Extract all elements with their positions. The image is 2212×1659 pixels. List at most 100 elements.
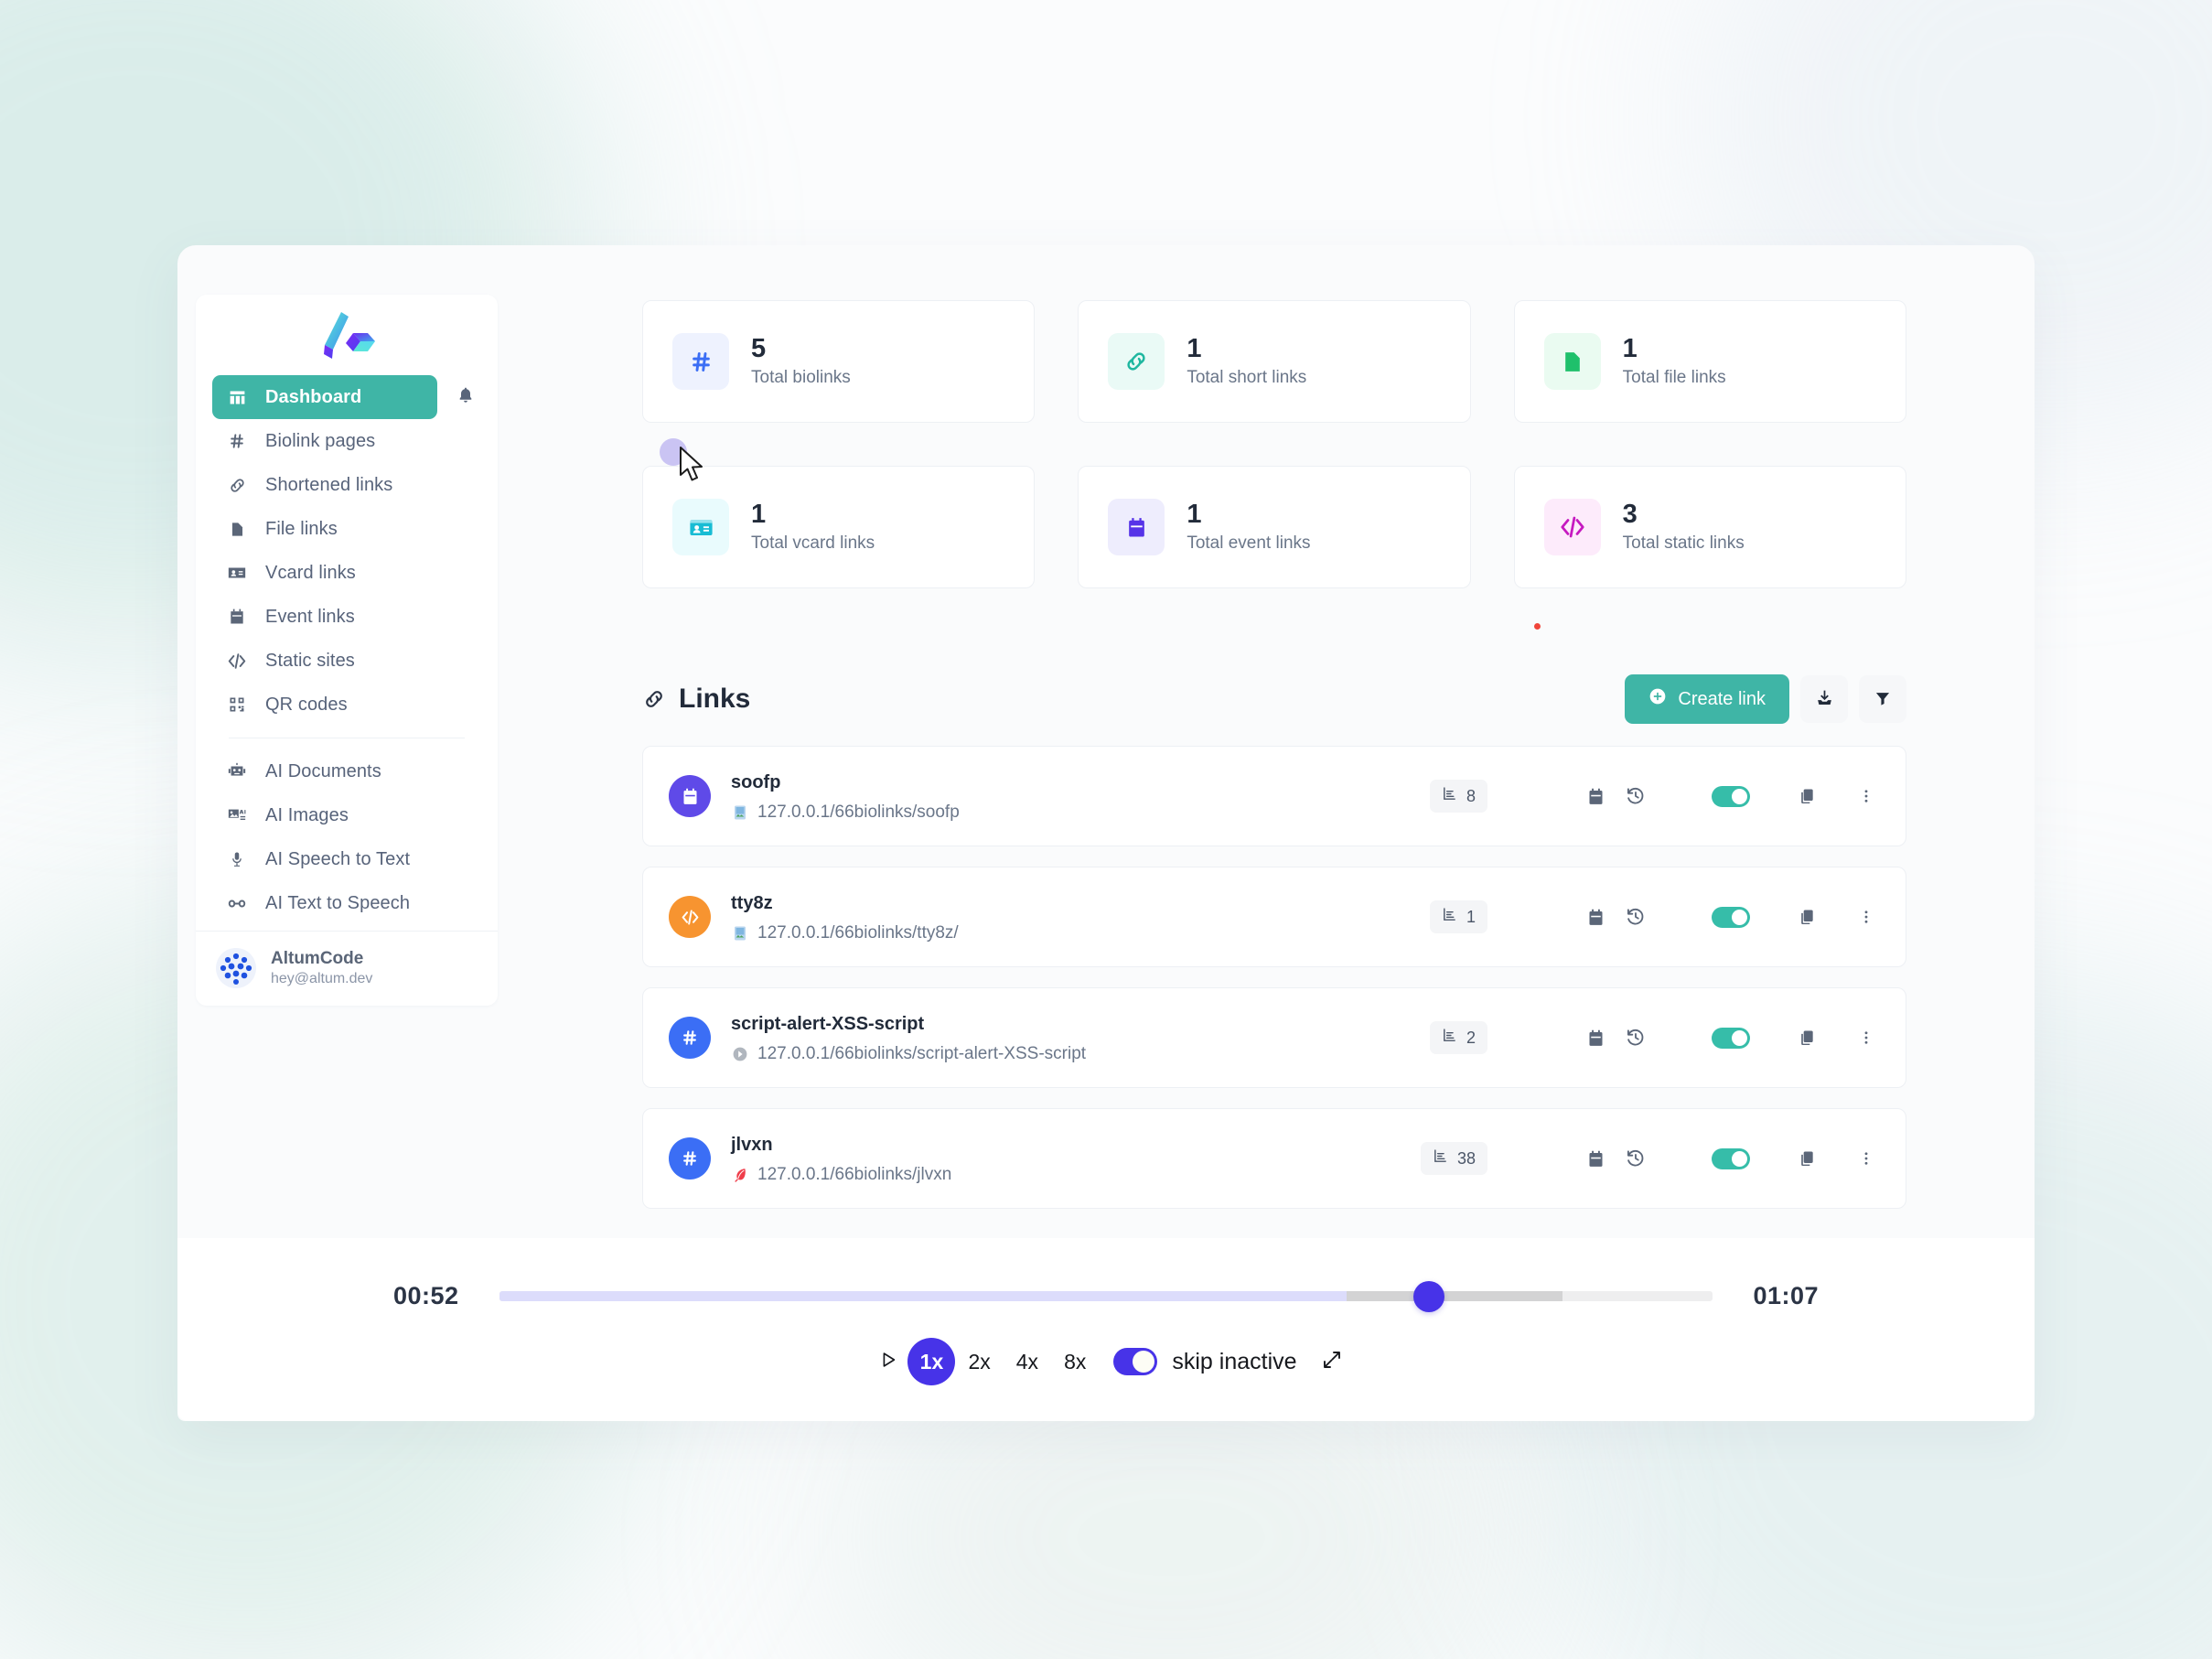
sidebar-item-shortened-links[interactable]: Shortened links	[212, 463, 481, 507]
create-link-button[interactable]: Create link	[1625, 674, 1789, 724]
link-url: 127.0.0.1/66biolinks/jlvxn	[757, 1164, 952, 1184]
bar-chart-icon	[1433, 1148, 1448, 1169]
sidebar-item-ai-documents[interactable]: AI Documents	[212, 749, 481, 793]
stat-card-static-links[interactable]: 3 Total static links	[1513, 466, 1906, 588]
fullscreen-button[interactable]	[1321, 1349, 1343, 1375]
sidebar-item-label: Biolink pages	[265, 430, 376, 451]
sidebar-item-label: Shortened links	[265, 474, 393, 495]
link-url-wrap: 127.0.0.1/66biolinks/tty8z/	[731, 923, 959, 943]
copy-icon[interactable]	[1798, 908, 1816, 926]
speed-4x-button[interactable]: 4x	[1004, 1341, 1051, 1382]
history-icon[interactable]	[1626, 1148, 1646, 1169]
current-time: 00:52	[393, 1282, 459, 1309]
stat-value: 1	[1187, 334, 1202, 364]
clicks-count: 38	[1456, 1148, 1476, 1168]
more-vertical-icon[interactable]	[1858, 788, 1874, 804]
sidebar-item-qr-codes[interactable]: QR codes	[212, 683, 481, 727]
calendar-icon[interactable]	[1586, 908, 1605, 927]
clicks-count: 1	[1466, 907, 1476, 926]
stat-card-biolinks[interactable]: 5 Total biolinks	[642, 300, 1036, 423]
player-bar: 00:52 01:07 1x 2x 4x 8x skip inactive	[177, 1238, 2035, 1421]
sidebar-item-label: Vcard links	[265, 562, 356, 583]
main-content: 5 Total biolinks 1 Total short links 1 T…	[642, 300, 1906, 1209]
sidebar-item-ai-speech-to-text[interactable]: AI Speech to Text	[212, 837, 481, 881]
soundwave-icon	[227, 893, 247, 913]
copy-icon[interactable]	[1798, 787, 1816, 805]
clicks-count: 8	[1466, 786, 1476, 805]
sidebar-item-biolink-pages[interactable]: Biolink pages	[212, 419, 481, 463]
clicks-count: 2	[1466, 1028, 1476, 1047]
speed-2x-button[interactable]: 2x	[955, 1341, 1003, 1382]
file-icon	[1543, 333, 1601, 390]
play-button[interactable]	[869, 1342, 907, 1381]
link-name: script-alert-XSS-script	[731, 1013, 925, 1034]
more-vertical-icon[interactable]	[1858, 909, 1874, 925]
sidebar-item-file-links[interactable]: File links	[212, 507, 481, 551]
nav-top-row: Dashboard	[196, 375, 498, 419]
table-row[interactable]: script-alert-XSS-script 127.0.0.1/66biol…	[642, 987, 1906, 1088]
clicks-badge[interactable]: 2	[1429, 1021, 1487, 1054]
link-url-wrap: 127.0.0.1/66biolinks/script-alert-XSS-sc…	[731, 1044, 1086, 1064]
history-icon[interactable]	[1626, 786, 1646, 806]
clicks-badge[interactable]: 8	[1429, 780, 1487, 813]
grid-icon	[227, 387, 247, 407]
row-actions	[1586, 906, 1874, 928]
sidebar-item-static-sites[interactable]: Static sites	[212, 639, 481, 683]
calendar-icon[interactable]	[1586, 1149, 1605, 1169]
user-profile-block[interactable]: AltumCode hey@altum.dev	[196, 931, 498, 1006]
more-vertical-icon[interactable]	[1858, 1029, 1874, 1046]
stat-label: Total file links	[1622, 367, 1726, 387]
link-name: jlvxn	[731, 1134, 773, 1155]
enable-toggle[interactable]	[1712, 1027, 1750, 1049]
history-icon[interactable]	[1626, 1028, 1646, 1048]
total-time: 01:07	[1753, 1282, 1819, 1309]
code-icon	[227, 651, 247, 671]
timeline-knob[interactable]	[1412, 1280, 1444, 1312]
stat-label: Total vcard links	[751, 533, 875, 553]
vcard-icon	[672, 499, 729, 555]
enable-toggle[interactable]	[1712, 1147, 1750, 1169]
page-title-label: Links	[679, 684, 751, 714]
clicks-badge[interactable]: 1	[1429, 900, 1487, 933]
clicks-badge[interactable]: 38	[1420, 1142, 1487, 1175]
stat-card-short-links[interactable]: 1 Total short links	[1078, 300, 1471, 423]
calendar-icon[interactable]	[1586, 787, 1605, 806]
stat-label: Total event links	[1187, 533, 1311, 553]
sidebar-item-event-links[interactable]: Event links	[212, 595, 481, 639]
table-row[interactable]: jlvxn 127.0.0.1/66biolinks/jlvxn 38	[642, 1108, 1906, 1209]
sidebar-item-ai-images[interactable]: AI Images	[212, 793, 481, 837]
link-url-wrap: 127.0.0.1/66biolinks/soofp	[731, 803, 960, 823]
export-button[interactable]	[1800, 675, 1848, 723]
stat-card-event-links[interactable]: 1 Total event links	[1078, 466, 1471, 588]
copy-icon[interactable]	[1798, 1029, 1816, 1047]
sidebar-item-label: AI Text to Speech	[265, 892, 411, 913]
history-icon[interactable]	[1626, 907, 1646, 927]
row-actions	[1586, 785, 1874, 807]
sidebar-item-vcard-links[interactable]: Vcard links	[212, 551, 481, 595]
enable-toggle[interactable]	[1712, 906, 1750, 928]
stat-card-vcard-links[interactable]: 1 Total vcard links	[642, 466, 1036, 588]
stat-value: 3	[1622, 500, 1638, 530]
table-row[interactable]: soofp 127.0.0.1/66biolinks/soofp 8	[642, 746, 1906, 846]
timeline-buffered-segment	[1346, 1291, 1562, 1301]
notifications-bell-button[interactable]	[450, 382, 481, 413]
sidebar-item-ai-text-to-speech[interactable]: AI Text to Speech	[212, 881, 481, 925]
calendar-icon[interactable]	[1586, 1029, 1605, 1048]
timeline-scrubber[interactable]	[499, 1280, 1713, 1312]
row-text: tty8z 127.0.0.1/66biolinks/tty8z/	[731, 891, 959, 943]
play-icon	[878, 1350, 898, 1374]
copy-icon[interactable]	[1798, 1149, 1816, 1168]
expand-icon	[1321, 1349, 1343, 1375]
more-vertical-icon[interactable]	[1858, 1150, 1874, 1167]
speed-8x-button[interactable]: 8x	[1051, 1341, 1099, 1382]
skip-inactive-toggle[interactable]	[1113, 1348, 1158, 1375]
stat-card-file-links[interactable]: 1 Total file links	[1513, 300, 1906, 423]
filter-button[interactable]	[1859, 675, 1906, 723]
speed-1x-button[interactable]: 1x	[907, 1338, 956, 1385]
file-icon	[227, 519, 247, 539]
link-url-wrap: 127.0.0.1/66biolinks/jlvxn	[731, 1165, 951, 1185]
enable-toggle[interactable]	[1712, 785, 1750, 807]
table-row[interactable]: tty8z 127.0.0.1/66biolinks/tty8z/ 1	[642, 867, 1906, 967]
sidebar-item-dashboard[interactable]: Dashboard	[212, 375, 437, 419]
sidebar-item-label: QR codes	[265, 694, 348, 715]
